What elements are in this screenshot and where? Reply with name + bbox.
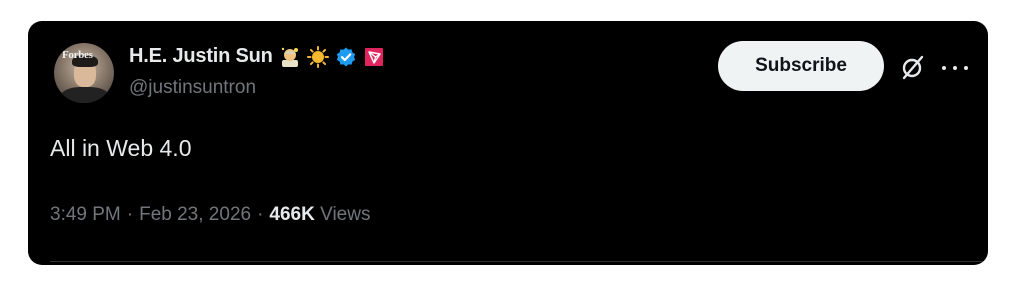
- verified-badge-icon[interactable]: [335, 46, 357, 68]
- avatar[interactable]: Forbes: [54, 43, 114, 103]
- avatar-logo-text: Forbes: [62, 49, 93, 61]
- meta-separator: ·: [257, 204, 264, 225]
- avatar-suit: [60, 87, 110, 103]
- more-options-icon[interactable]: [942, 55, 968, 81]
- more-dot: [964, 66, 968, 70]
- author-handle[interactable]: @justinsuntron: [129, 77, 256, 99]
- tweet-card: Forbes H.E. Justin Sun @justinsuntron Su…: [28, 21, 988, 265]
- divider: [50, 261, 988, 262]
- tron-logo-icon[interactable]: [363, 46, 385, 68]
- astronaut-emoji-icon: [281, 47, 298, 67]
- display-name[interactable]: H.E. Justin Sun: [129, 45, 273, 68]
- grok-icon[interactable]: [900, 54, 926, 80]
- views-count: 466K: [269, 204, 315, 225]
- meta-separator: ·: [126, 204, 134, 225]
- tweet-date[interactable]: Feb 23, 2026: [139, 204, 251, 226]
- more-dot: [942, 66, 946, 70]
- tweet-text: All in Web 4.0: [50, 135, 192, 161]
- more-dot: [953, 66, 957, 70]
- tweet-time[interactable]: 3:49 PM: [50, 204, 121, 226]
- author-name-row: H.E. Justin Sun: [129, 45, 385, 68]
- subscribe-button[interactable]: Subscribe: [718, 41, 884, 91]
- sun-emoji-icon: [306, 45, 329, 68]
- tweet-meta: 3:49 PM · Feb 23, 2026 · 466K Views: [50, 204, 370, 226]
- views-label: Views: [320, 204, 371, 225]
